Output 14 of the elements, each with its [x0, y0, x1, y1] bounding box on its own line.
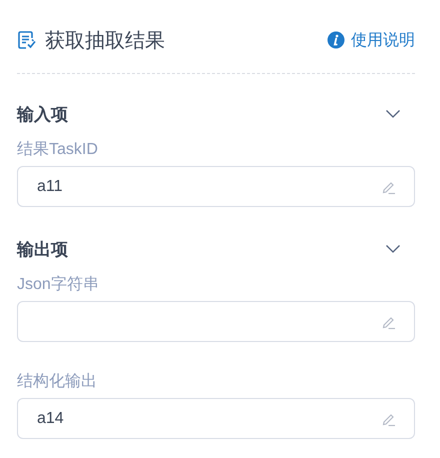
- input-field[interactable]: [17, 301, 415, 342]
- section-title: 输出项: [17, 238, 68, 260]
- chevron-icon[interactable]: [385, 244, 401, 254]
- info-icon: [327, 31, 345, 49]
- field-label: Json字符串: [17, 275, 100, 295]
- field-label: 结构化输出: [17, 372, 98, 392]
- field-label: 结果TaskID: [17, 140, 99, 160]
- chevron-icon[interactable]: [385, 109, 401, 119]
- section-title: 输入项: [17, 104, 68, 126]
- input-field[interactable]: a11: [17, 166, 415, 207]
- help-link[interactable]: 使用说明: [327, 30, 415, 50]
- input-field[interactable]: a14: [17, 398, 415, 439]
- panel-title: 获取抽取结果: [45, 28, 165, 54]
- document-check-icon: [17, 30, 37, 50]
